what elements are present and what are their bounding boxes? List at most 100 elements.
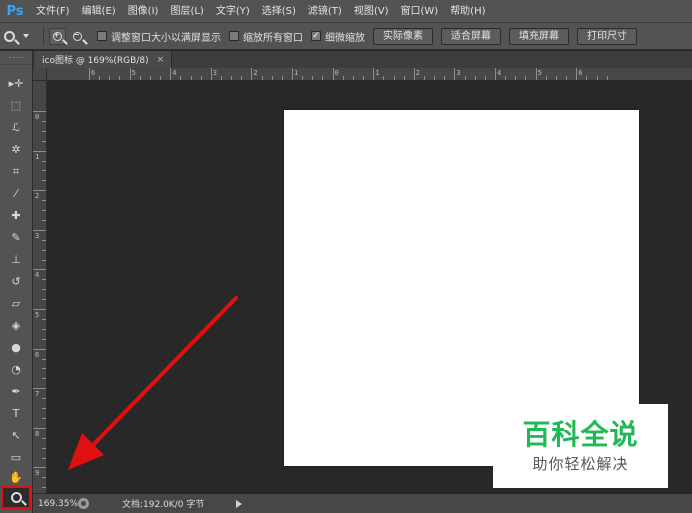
dodge-tool-icon[interactable]: ◔: [4, 359, 28, 379]
horizontal-ruler[interactable]: 6 5 4 3 2 1 0 1 2 3 4 5 6: [47, 68, 692, 81]
brush-tool-icon[interactable]: ✎: [4, 227, 28, 247]
ruler-tick: [33, 309, 46, 310]
scrubby-zoom-option[interactable]: ✓ 细微缩放: [311, 29, 365, 44]
eraser-tool-icon[interactable]: ▱: [4, 293, 28, 313]
ruler-label: 7: [35, 390, 40, 399]
menu-view[interactable]: 视图(V): [348, 0, 395, 23]
zoom-tool-button[interactable]: [1, 486, 31, 509]
document-tab-title: ico图标 @ 169%(RGB/8): [42, 56, 149, 66]
crop-tool-icon[interactable]: ⌗: [4, 161, 28, 181]
ruler-tick: [33, 348, 46, 350]
ruler-tick: [42, 338, 46, 340]
menu-help[interactable]: 帮助(H): [444, 0, 491, 23]
ruler-tick: [312, 76, 314, 80]
ruler-tick: [42, 239, 46, 241]
ruler-tick: [42, 289, 46, 291]
ruler-tick: [42, 487, 46, 489]
ruler-tick: [535, 68, 537, 80]
ruler-tick: [149, 76, 151, 80]
hand-tool-icon[interactable]: ✋: [4, 467, 28, 487]
ruler-tick: [332, 68, 334, 80]
ruler-label: 6: [578, 69, 583, 77]
move-tool-icon[interactable]: ▸✛: [4, 73, 28, 93]
healing-brush-tool-icon[interactable]: ✚: [4, 205, 28, 225]
ruler-tick: [373, 68, 375, 80]
magic-wand-tool-icon[interactable]: ✲: [4, 139, 28, 159]
menu-select[interactable]: 选择(S): [256, 0, 302, 23]
ruler-label: 1: [375, 69, 380, 77]
actual-pixels-button[interactable]: 实际像素: [373, 27, 433, 45]
menu-filter[interactable]: 滤镜(T): [302, 0, 348, 23]
resize-windows-option[interactable]: 调整窗口大小以满屏显示: [97, 29, 221, 44]
eyedropper-tool-icon[interactable]: ⁄: [4, 183, 28, 203]
ruler-tick: [42, 279, 46, 281]
zoom-out-button[interactable]: −: [69, 28, 86, 45]
menu-image[interactable]: 图像(I): [122, 0, 165, 23]
ruler-tick: [42, 130, 46, 132]
ruler-tick: [251, 68, 253, 80]
close-icon[interactable]: ×: [157, 55, 165, 65]
panel-grip[interactable]: [0, 51, 32, 65]
zoom-in-button[interactable]: +: [49, 27, 66, 45]
status-menu-arrow-icon[interactable]: [236, 499, 243, 508]
paint-bucket-tool-icon[interactable]: ◈: [4, 315, 28, 335]
rectangle-tool-icon[interactable]: ▭: [4, 447, 28, 467]
resize-windows-checkbox[interactable]: [97, 31, 107, 41]
ruler-tick: [363, 76, 365, 80]
pen-tool-icon[interactable]: ✒: [4, 381, 28, 401]
path-selection-tool-icon[interactable]: ↖: [4, 425, 28, 445]
ruler-tick: [454, 68, 456, 80]
menu-window[interactable]: 窗口(W): [394, 0, 444, 23]
ruler-label: 3: [212, 69, 218, 77]
ruler-label: 5: [537, 69, 542, 77]
fit-screen-button[interactable]: 适合屏幕: [441, 27, 501, 45]
ruler-label: 0: [35, 113, 40, 121]
menu-file[interactable]: 文件(F): [30, 0, 76, 23]
divider: [43, 27, 44, 45]
lasso-tool-icon[interactable]: ℒ: [4, 117, 28, 137]
fill-screen-button[interactable]: 填充屏幕: [509, 27, 569, 45]
zoom-all-windows-checkbox[interactable]: [229, 31, 239, 41]
ruler-tick: [42, 120, 46, 122]
tool-preset-picker[interactable]: [4, 26, 38, 46]
ruler-tick: [42, 417, 46, 419]
watermark: 百科全说 助你轻松解决: [493, 404, 668, 488]
menu-layer[interactable]: 图层(L): [164, 0, 209, 23]
menu-type[interactable]: 文字(Y): [210, 0, 256, 23]
zoom-tool-icon: [4, 30, 15, 42]
chevron-down-icon: [23, 34, 29, 38]
ruler-tick: [42, 180, 46, 182]
zoom-level-field[interactable]: 169.35%: [33, 494, 78, 513]
ruler-tick: [42, 398, 46, 400]
ruler-tick: [119, 76, 121, 80]
ruler-origin[interactable]: [33, 68, 47, 81]
ruler-tick: [576, 68, 578, 80]
status-info-icon[interactable]: [78, 498, 89, 509]
menu-edit[interactable]: 编辑(E): [76, 0, 122, 23]
clone-stamp-tool-icon[interactable]: ⊥: [4, 249, 28, 269]
ruler-label: 2: [35, 192, 40, 201]
history-brush-tool-icon[interactable]: ↺: [4, 271, 28, 291]
print-size-button[interactable]: 打印尺寸: [577, 27, 637, 45]
ruler-tick: [89, 68, 90, 80]
photoshop-logo[interactable]: Ps: [0, 0, 30, 23]
ruler-label: 3: [35, 231, 40, 240]
type-tool-icon[interactable]: T: [4, 403, 28, 423]
marquee-tool-icon[interactable]: ⬚: [4, 95, 28, 115]
blur-tool-icon[interactable]: ●: [4, 337, 28, 357]
zoom-all-windows-label: 缩放所有窗口: [243, 32, 303, 44]
minus-icon: −: [73, 29, 80, 39]
document-tab[interactable]: ico图标 @ 169%(RGB/8) ×: [35, 51, 173, 68]
vertical-ruler[interactable]: 0 1 2 3 4 5 6 7 8 9: [33, 81, 47, 493]
ruler-tick: [42, 200, 46, 202]
ruler-tick: [42, 447, 46, 449]
ruler-label: 0: [334, 69, 339, 77]
tools-panel: ▸✛ ⬚ ℒ ✲ ⌗ ⁄ ✚ ✎ ⊥ ↺ ▱ ◈ ● ◔ ✒ T ↖ ▭ ✋: [0, 51, 33, 513]
ruler-tick: [200, 76, 202, 80]
ruler-tick: [231, 76, 233, 80]
zoom-all-windows-option[interactable]: 缩放所有窗口: [229, 29, 303, 44]
ruler-tick: [42, 358, 46, 360]
ruler-tick: [292, 68, 293, 80]
scrubby-zoom-checkbox[interactable]: ✓: [311, 31, 321, 41]
ruler-tick: [42, 368, 46, 370]
